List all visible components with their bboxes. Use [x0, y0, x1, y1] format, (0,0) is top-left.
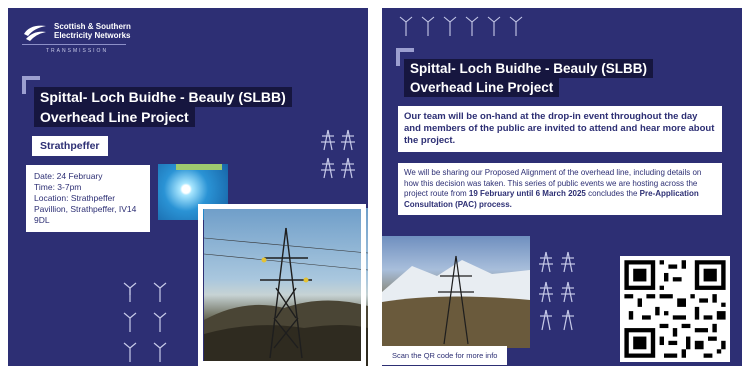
project-title-line1: Spittal- Loch Buidhe - Beauly (SLBB)	[404, 59, 654, 78]
qr-code-pattern	[624, 260, 726, 358]
mountain-photo	[382, 236, 530, 348]
scan-qr-label: Scan the QR code for more info	[382, 346, 508, 365]
details-paragraph: We will be sharing our Proposed Alignmen…	[398, 163, 722, 215]
detail-time: Time: 3-7pm	[34, 182, 82, 192]
detail-postcode: 9DL	[34, 215, 50, 225]
sse-logo-icon	[24, 25, 46, 41]
left-poster: Scottish & Southern Electricity Networks…	[8, 8, 368, 366]
logo-subtitle: TRANSMISSION	[46, 48, 109, 54]
details-dates: 19 February until 6 March 2025	[468, 189, 586, 198]
pylon-icon	[539, 251, 575, 331]
location-label: Strathpeffer	[32, 136, 108, 156]
event-details: Date: 24 February Time: 3-7pm Location: …	[26, 165, 150, 232]
pylon-icon	[382, 255, 530, 348]
wind-turbine-icon	[399, 16, 523, 36]
intro-text: Our team will be on-hand at the drop-in …	[404, 111, 715, 146]
sse-logo: Scottish & Southern Electricity Networks	[22, 20, 131, 42]
detail-venue: Pavillion, Strathpeffer, IV14	[34, 204, 137, 214]
wind-turbine-icon	[123, 282, 167, 362]
details-text: We will be sharing our Proposed Alignmen…	[404, 168, 716, 210]
logo-line2: Electricity Networks	[54, 31, 131, 40]
pylon-icon	[321, 129, 355, 179]
logo-divider	[22, 44, 126, 45]
intro-paragraph: Our team will be on-hand at the drop-in …	[398, 106, 722, 152]
detail-location: Location: Strathpeffer	[34, 193, 116, 203]
project-title-line2: Overhead Line Project	[404, 78, 560, 97]
details-text-c: concludes the	[585, 189, 640, 198]
project-title-line2: Overhead Line Project	[34, 107, 195, 127]
highlight-bar	[176, 164, 222, 170]
project-title-line1: Spittal- Loch Buidhe - Beauly (SLBB)	[34, 87, 292, 107]
qr-code[interactable]	[620, 256, 730, 362]
logo-line1: Scottish & Southern	[54, 22, 131, 31]
detail-date: Date: 24 February	[34, 171, 103, 181]
photo-frame	[198, 204, 366, 366]
right-poster: Spittal- Loch Buidhe - Beauly (SLBB) Ove…	[382, 8, 742, 366]
